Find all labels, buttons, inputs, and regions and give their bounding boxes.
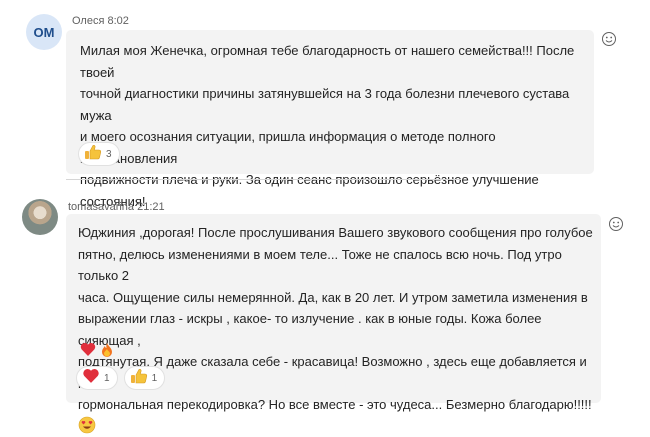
message-meta: Олеся 8:02 [72, 15, 129, 27]
message-meta: tomasavarina 21:21 [68, 201, 165, 213]
heart-icon [80, 342, 96, 363]
avatar[interactable]: ОМ [26, 14, 62, 50]
add-reaction-icon[interactable] [608, 216, 624, 232]
message-time: 8:02 [108, 15, 129, 27]
avatar-initials: ОМ [34, 25, 55, 40]
author-name: tomasavarina [68, 201, 134, 213]
add-reaction-icon[interactable] [601, 31, 617, 47]
reaction-count: 1 [152, 373, 158, 384]
reaction-thumbs-up[interactable]: 1 [124, 366, 166, 390]
author-name: Олеся [72, 15, 104, 27]
thumbs-up-icon [130, 368, 148, 389]
fire-icon [100, 342, 114, 363]
thumbs-up-icon [84, 144, 102, 165]
message-bubble: Юджиния ,дорогая! После прослушивания Ва… [66, 214, 601, 403]
reaction-heart[interactable]: 1 [76, 366, 118, 390]
smiling-heart-eyes-icon [78, 416, 96, 437]
divider [66, 179, 461, 180]
reaction-count: 1 [104, 373, 110, 384]
reactions-bar: 1 1 [76, 366, 165, 390]
message-text: Юджиния ,дорогая! После прослушивания Ва… [78, 222, 596, 437]
message-bubble: Милая моя Женечка, огромная тебе благода… [66, 30, 594, 174]
extra-emoji [80, 342, 114, 363]
reaction-count: 3 [106, 149, 112, 160]
heart-icon [82, 368, 100, 389]
reactions-bar: 3 [78, 142, 120, 166]
message-time: 21:21 [137, 201, 165, 213]
reaction-thumbs-up[interactable]: 3 [78, 142, 120, 166]
avatar[interactable] [22, 199, 58, 235]
